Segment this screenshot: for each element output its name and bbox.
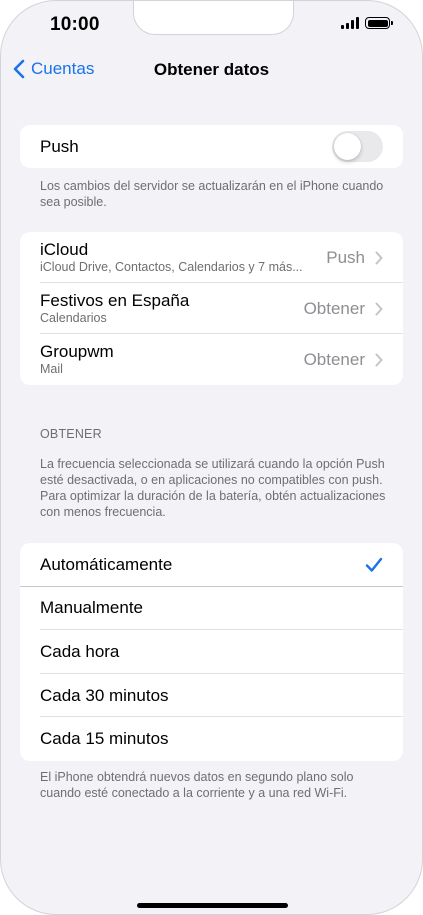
- account-name: Groupwm: [40, 342, 114, 361]
- fetch-options-group: Automáticamente Manualmente Cada hora Ca…: [20, 543, 403, 761]
- fetch-option-30min[interactable]: Cada 30 minutos: [20, 674, 403, 718]
- account-mode: Push: [326, 247, 365, 267]
- fetch-description: La frecuencia seleccionada se utilizará …: [40, 457, 386, 519]
- fetch-option-hourly[interactable]: Cada hora: [20, 630, 403, 674]
- chevron-right-icon: [375, 302, 383, 316]
- account-row-groupwm[interactable]: Groupwm Mail Obtener: [20, 334, 403, 385]
- battery-icon: [365, 17, 393, 29]
- account-mode: Obtener: [303, 298, 365, 318]
- signal-icon: [341, 17, 359, 29]
- account-name: iCloud: [40, 240, 89, 259]
- account-name: Festivos en España: [40, 291, 190, 310]
- chevron-right-icon: [375, 353, 383, 367]
- push-toggle[interactable]: [332, 131, 383, 162]
- notch: [133, 1, 294, 35]
- status-time: 10:00: [50, 14, 100, 35]
- accounts-group: iCloud iCloud Drive, Contactos, Calendar…: [20, 232, 403, 385]
- option-label: Automáticamente: [40, 554, 173, 574]
- account-row-festivos[interactable]: Festivos en España Calendarios Obtener: [20, 283, 403, 334]
- checkmark-icon: [365, 557, 383, 572]
- push-footer: Los cambios del servidor se actualizarán…: [40, 179, 384, 209]
- push-group: Push: [20, 125, 403, 168]
- account-detail: iCloud Drive, Contactos, Calendarios y 7…: [40, 260, 303, 274]
- page-title: Obtener datos: [153, 60, 270, 79]
- account-detail: Mail: [40, 362, 63, 376]
- phone-frame: 10:00 Cuentas Obtener datos Push Los cam…: [0, 0, 423, 915]
- fetch-option-15min[interactable]: Cada 15 minutos: [20, 717, 403, 761]
- option-label: Cada 30 minutos: [40, 685, 169, 705]
- navigation-bar: Cuentas Obtener datos: [1, 55, 422, 85]
- option-label: Cada 15 minutos: [40, 729, 169, 749]
- fetch-option-automatic[interactable]: Automáticamente: [20, 543, 403, 587]
- push-label: Push: [40, 136, 79, 156]
- chevron-right-icon: [375, 251, 383, 265]
- status-icons: [341, 17, 393, 29]
- account-row-icloud[interactable]: iCloud iCloud Drive, Contactos, Calendar…: [20, 232, 403, 283]
- fetch-footer: El iPhone obtendrá nuevos datos en segun…: [40, 770, 354, 800]
- home-indicator[interactable]: [137, 903, 288, 908]
- push-row: Push: [20, 125, 403, 168]
- account-mode: Obtener: [303, 349, 365, 369]
- fetch-section-header: OBTENER: [40, 427, 102, 441]
- option-label: Manualmente: [40, 598, 144, 618]
- fetch-option-manual[interactable]: Manualmente: [20, 587, 403, 631]
- account-detail: Calendarios: [40, 311, 107, 325]
- option-label: Cada hora: [40, 641, 120, 661]
